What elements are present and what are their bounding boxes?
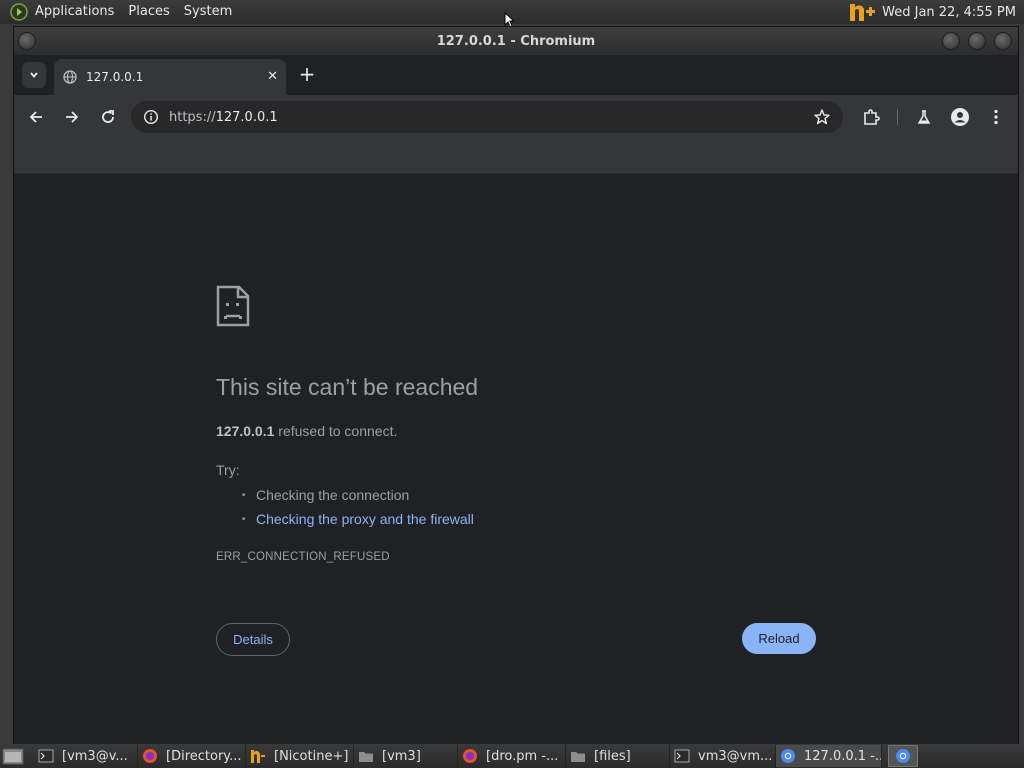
- bookmarks-bar: [14, 139, 1018, 174]
- taskbar-item-folder-files[interactable]: [files]: [566, 745, 670, 767]
- tab-search-button[interactable]: [22, 62, 46, 88]
- maximize-button[interactable]: [968, 32, 986, 50]
- folder-icon: [359, 752, 373, 762]
- reload-button[interactable]: [98, 107, 118, 127]
- taskbar-item-chromium[interactable]: 127.0.0.1 -...: [776, 745, 882, 767]
- taskbar-label: [dro.pm -...: [486, 748, 559, 764]
- profile-button[interactable]: [950, 107, 970, 127]
- globe-icon: [63, 70, 77, 84]
- taskbar-label: [vm3@v...: [62, 748, 128, 764]
- toolbar-separator: [897, 109, 898, 125]
- error-description-text: refused to connect.: [274, 423, 398, 439]
- url-scheme: https://: [169, 109, 216, 125]
- suggestion-check-proxy-link[interactable]: Checking the proxy and the firewall: [242, 509, 474, 533]
- taskbar-item-firefox-dropm[interactable]: [dro.pm -...: [458, 745, 566, 767]
- tab-title: 127.0.0.1: [86, 70, 144, 84]
- window-menu-button[interactable]: [18, 32, 36, 50]
- arrow-left-icon: [29, 111, 42, 123]
- firefox-icon: [463, 749, 477, 763]
- url-text[interactable]: https://127.0.0.1: [169, 110, 278, 125]
- browser-window: 127.0.0.1 - Chromium 127.0.0.1 ✕ + https…: [13, 26, 1019, 746]
- chevron-down-icon: [30, 72, 38, 78]
- forward-button[interactable]: [62, 107, 82, 127]
- refresh-icon: [102, 110, 114, 123]
- browser-menu-button[interactable]: [986, 107, 1006, 127]
- error-page: This site can’t be reached 127.0.0.1 ref…: [14, 175, 1018, 745]
- error-description: 127.0.0.1 refused to connect.: [216, 423, 397, 439]
- labs-button[interactable]: [914, 107, 934, 127]
- error-host: 127.0.0.1: [216, 423, 275, 439]
- taskbar-label: [Directory...: [166, 748, 242, 764]
- firefox-icon: [143, 749, 157, 763]
- url-host: 127.0.0.1: [215, 109, 278, 125]
- taskbar-label: vm3@vm...: [698, 748, 773, 764]
- taskbar-item-terminal-2[interactable]: vm3@vm...: [670, 745, 776, 767]
- taskbar-label: 127.0.0.1 -...: [804, 748, 882, 764]
- menu-places[interactable]: Places: [121, 0, 176, 24]
- tab-active[interactable]: 127.0.0.1 ✕: [54, 59, 286, 95]
- back-button[interactable]: [26, 107, 46, 127]
- arrow-right-icon: [66, 111, 79, 123]
- close-window-button[interactable]: [994, 32, 1012, 50]
- address-bar[interactable]: https://127.0.0.1: [131, 101, 843, 133]
- suggestion-check-connection: Checking the connection: [242, 485, 474, 509]
- window-title: 127.0.0.1 - Chromium: [436, 33, 596, 49]
- info-icon[interactable]: [143, 109, 159, 125]
- details-button[interactable]: Details: [216, 623, 290, 656]
- terminal-icon: [674, 749, 690, 763]
- window-titlebar[interactable]: 127.0.0.1 - Chromium: [14, 27, 1018, 55]
- nicotine-tray-icon[interactable]: [848, 1, 876, 23]
- extensions-button[interactable]: [861, 107, 881, 127]
- nicotine-icon: [251, 750, 265, 763]
- sad-page-icon: [216, 285, 250, 327]
- taskbar-label: [files]: [594, 748, 631, 764]
- avatar-icon: [951, 108, 969, 126]
- puzzle-icon: [864, 109, 880, 125]
- bookmark-star-icon[interactable]: [813, 108, 831, 126]
- taskbar-item-nicotine[interactable]: [Nicotine+]: [246, 745, 354, 767]
- clock[interactable]: Wed Jan 22, 4:55 PM: [882, 5, 1024, 20]
- tab-strip: 127.0.0.1 ✕ +: [14, 55, 1018, 95]
- error-title: This site can’t be reached: [216, 374, 479, 400]
- chromium-icon: [896, 749, 910, 763]
- chromium-icon: [781, 749, 795, 763]
- system-logo-icon[interactable]: [10, 3, 28, 21]
- toolbar: https://127.0.0.1: [14, 95, 1018, 139]
- tab-close-icon[interactable]: ✕: [267, 69, 278, 84]
- folder-icon: [571, 752, 585, 762]
- suggestion-list: Checking the connection Checking the pro…: [242, 485, 474, 533]
- menu-system[interactable]: System: [177, 0, 239, 24]
- taskbar-item-firefox-directory[interactable]: [Directory...: [138, 745, 246, 767]
- new-tab-button[interactable]: +: [298, 63, 316, 85]
- flask-icon: [917, 110, 931, 124]
- taskbar-label: [Nicotine+]: [274, 748, 349, 764]
- kebab-menu-icon: [994, 109, 998, 125]
- tray-chromium-icon[interactable]: [888, 745, 918, 767]
- show-desktop-icon[interactable]: [2, 747, 24, 765]
- reload-page-button[interactable]: Reload: [742, 623, 816, 654]
- minimize-button[interactable]: [942, 32, 960, 50]
- taskbar: [vm3@v... [Directory... [Nicotine+] [vm3…: [0, 744, 1024, 768]
- menu-applications[interactable]: Applications: [28, 0, 121, 24]
- taskbar-item-terminal-1[interactable]: [vm3@v...: [34, 745, 138, 767]
- taskbar-item-folder-vm3[interactable]: [vm3]: [354, 745, 458, 767]
- terminal-icon: [38, 749, 54, 763]
- taskbar-label: [vm3]: [382, 748, 421, 764]
- try-label: Try:: [216, 462, 240, 478]
- error-code: ERR_CONNECTION_REFUSED: [216, 551, 390, 563]
